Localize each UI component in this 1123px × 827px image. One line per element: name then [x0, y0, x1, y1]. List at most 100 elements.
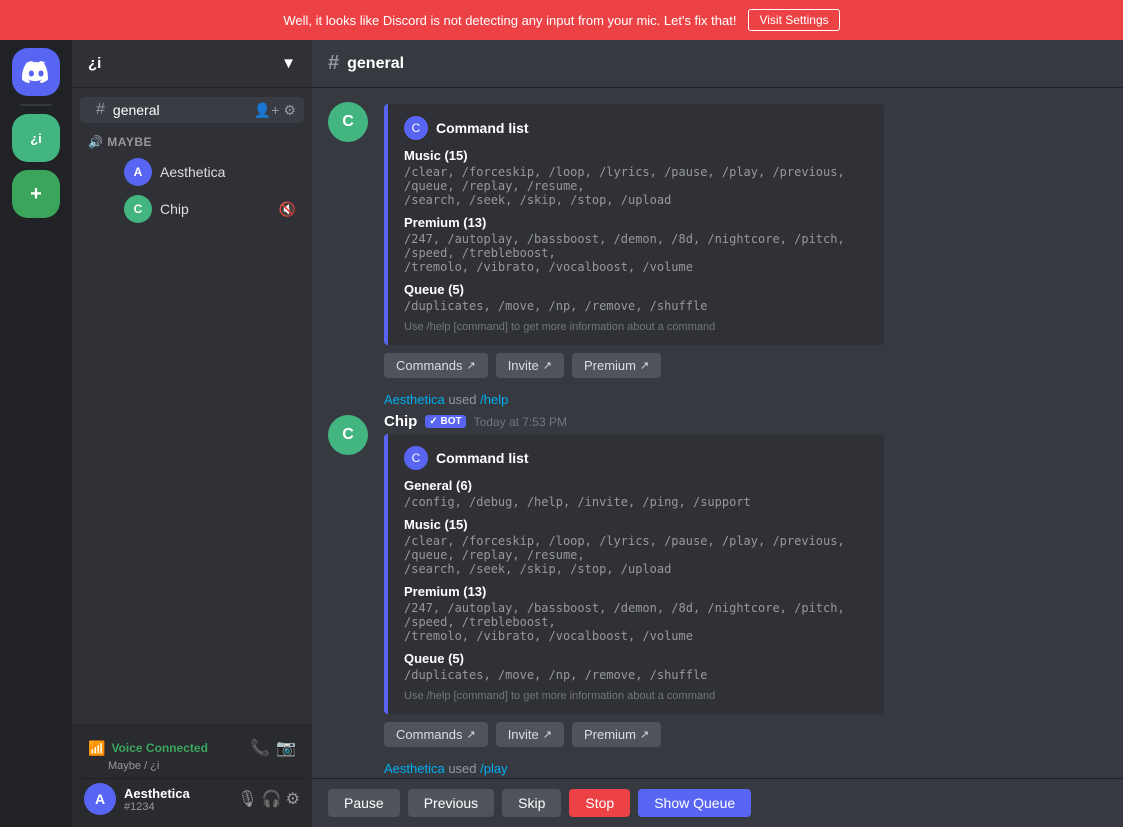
premium-commands-2: /247, /autoplay, /bassboost, /demon, /8d… [404, 601, 868, 643]
server-divider [20, 104, 52, 106]
section-premium-2: Premium (13) [404, 584, 868, 599]
chat-messages: C C Command list Music (15) /clear, /for… [312, 88, 1123, 778]
add-server-button[interactable]: + [12, 170, 60, 218]
embed-title-1: Command list [436, 120, 529, 136]
usage-user-1: Aesthetica [384, 392, 445, 407]
channel-item-general[interactable]: # general 👤+ ⚙ [80, 97, 304, 123]
user-bar-name: Aesthetica [124, 786, 229, 801]
usage-user-2: Aesthetica [384, 761, 445, 776]
deafen-button[interactable]: 🎧 [262, 789, 282, 809]
user-settings-button[interactable]: ⚙ [286, 789, 300, 809]
chat-area: # general C C Command list Music (15) /c… [312, 40, 1123, 827]
chat-channel-name: general [347, 55, 404, 73]
message-content-1: C Command list Music (15) /clear, /force… [384, 100, 1107, 378]
queue-commands-2: /duplicates, /move, /np, /remove, /shuff… [404, 668, 868, 682]
banner-message: Well, it looks like Discord is not detec… [283, 13, 736, 28]
chip-avatar: C [124, 195, 152, 223]
chevron-down-icon: ▼ [281, 55, 296, 72]
settings-icon[interactable]: ⚙ [283, 102, 296, 119]
voice-section-header: 🔊 Maybe [72, 131, 312, 153]
skip-button[interactable]: Skip [502, 789, 561, 817]
message-group-chip-2: C Chip ✓ BOT Today at 7:53 PM C Command … [312, 409, 1123, 751]
server-icon-list: ¿i + [0, 40, 72, 827]
invite-button-2[interactable]: Invite ↗ [496, 722, 564, 747]
message-author-2: Chip [384, 413, 417, 430]
chat-header: # general [312, 40, 1123, 88]
section-general-2: General (6) [404, 478, 868, 493]
user-bar: A Aesthetica #1234 🎙 🎧 ⚙ [80, 779, 304, 819]
usage-line-2: Aesthetica used /play [312, 759, 1123, 778]
channel-name-general: general [113, 102, 246, 118]
voice-bars-icon: 📶 [88, 740, 105, 757]
show-queue-button[interactable]: Show Queue [638, 789, 751, 817]
message-group-chip-1: C C Command list Music (15) /clear, /for… [312, 96, 1123, 382]
commands-button-2[interactable]: Commands ↗ [384, 722, 488, 747]
discord-home-icon[interactable] [12, 48, 60, 96]
section-music-2: Music (15) [404, 517, 868, 532]
visit-settings-button[interactable]: Visit Settings [748, 9, 839, 31]
usage-line-1: Aesthetica used /help [312, 390, 1123, 409]
usage-cmd-2: /play [480, 761, 507, 776]
section-music-1: Music (15) [404, 148, 868, 163]
message-header-2: Chip ✓ BOT Today at 7:53 PM [384, 413, 1107, 430]
voice-connected-status: Voice Connected [111, 741, 207, 755]
usage-cmd-1: /help [480, 392, 508, 407]
bot-badge-2: ✓ BOT [425, 415, 465, 428]
section-queue-1: Queue (5) [404, 282, 868, 297]
user-bar-avatar: A [84, 783, 116, 815]
previous-button[interactable]: Previous [408, 789, 494, 817]
aesthetica-username: Aesthetica [160, 164, 296, 180]
voice-section-label: 🔊 Maybe [88, 135, 152, 149]
premium-button-1[interactable]: Premium ↗ [572, 353, 661, 378]
queue-commands-1: /duplicates, /move, /np, /remove, /shuff… [404, 299, 868, 313]
disconnect-voice-button[interactable]: 📞 [250, 738, 270, 758]
section-premium-1: Premium (13) [404, 215, 868, 230]
voice-channel-path: Maybe / ¿i [88, 760, 296, 772]
premium-commands-1: /247, /autoplay, /bassboost, /demon, /8d… [404, 232, 868, 274]
message-content-2: Chip ✓ BOT Today at 7:53 PM C Command li… [384, 413, 1107, 747]
add-user-icon[interactable]: 👤+ [254, 102, 280, 119]
chip-username: Chip [160, 201, 271, 217]
sidebar-bottom: 📶 Voice Connected 📞 📷 Maybe / ¿i A Aesth… [72, 724, 312, 827]
aesthetica-avatar: A [124, 158, 152, 186]
channel-hash-icon: # [328, 52, 339, 75]
embed-buttons-2: Commands ↗ Invite ↗ Premium ↗ [384, 722, 1107, 747]
pause-button[interactable]: Pause [328, 789, 400, 817]
voice-user-aesthetica[interactable]: A Aesthetica [80, 154, 304, 190]
user-bar-info: Aesthetica #1234 [124, 786, 229, 813]
chip-avatar-2: C [328, 415, 368, 455]
embed-box-1: C Command list Music (15) /clear, /force… [384, 104, 884, 345]
stop-button[interactable]: Stop [569, 789, 630, 817]
mute-button[interactable]: 🎙 [237, 789, 257, 809]
music-commands-2: /clear, /forceskip, /loop, /lyrics, /pau… [404, 534, 868, 576]
general-commands-2: /config, /debug, /help, /invite, /ping, … [404, 495, 868, 509]
video-button[interactable]: 📷 [276, 738, 296, 758]
section-queue-2: Queue (5) [404, 651, 868, 666]
mic-warning-banner: Well, it looks like Discord is not detec… [0, 0, 1123, 40]
server-name: ¿i [88, 55, 101, 72]
commands-button-1[interactable]: Commands ↗ [384, 353, 488, 378]
embed-icon-1: C [404, 116, 428, 140]
sidebar: ¿i ▼ # general 👤+ ⚙ 🔊 Maybe A Aesthetica [72, 40, 312, 827]
music-commands-1: /clear, /forceskip, /loop, /lyrics, /pau… [404, 165, 868, 207]
chip-avatar-1: C [328, 102, 368, 142]
muted-icon: 🔇 [279, 201, 296, 218]
message-time-2: Today at 7:53 PM [474, 415, 567, 429]
embed-box-2: C Command list General (6) /config, /deb… [384, 434, 884, 714]
server-icon-zi[interactable]: ¿i [12, 114, 60, 162]
embed-title-2: Command list [436, 450, 529, 466]
server-name-header[interactable]: ¿i ▼ [72, 40, 312, 88]
channel-list: # general 👤+ ⚙ 🔊 Maybe A Aesthetica C Ch… [72, 88, 312, 724]
embed-buttons-1: Commands ↗ Invite ↗ Premium ↗ [384, 353, 1107, 378]
voice-user-chip[interactable]: C Chip 🔇 [80, 191, 304, 227]
voice-section: 🔊 Maybe A Aesthetica C Chip 🔇 [72, 131, 312, 227]
premium-button-2[interactable]: Premium ↗ [572, 722, 661, 747]
embed-footer-1: Use /help [command] to get more informat… [404, 321, 868, 333]
voice-connected-bar: 📶 Voice Connected 📞 📷 Maybe / ¿i [80, 732, 304, 779]
user-bar-tag: #1234 [124, 801, 229, 813]
hash-icon: # [96, 101, 105, 119]
embed-icon-2: C [404, 446, 428, 470]
embed-footer-2: Use /help [command] to get more informat… [404, 690, 868, 702]
invite-button-1[interactable]: Invite ↗ [496, 353, 564, 378]
playback-controls: Pause Previous Skip Stop Show Queue [312, 778, 1123, 827]
